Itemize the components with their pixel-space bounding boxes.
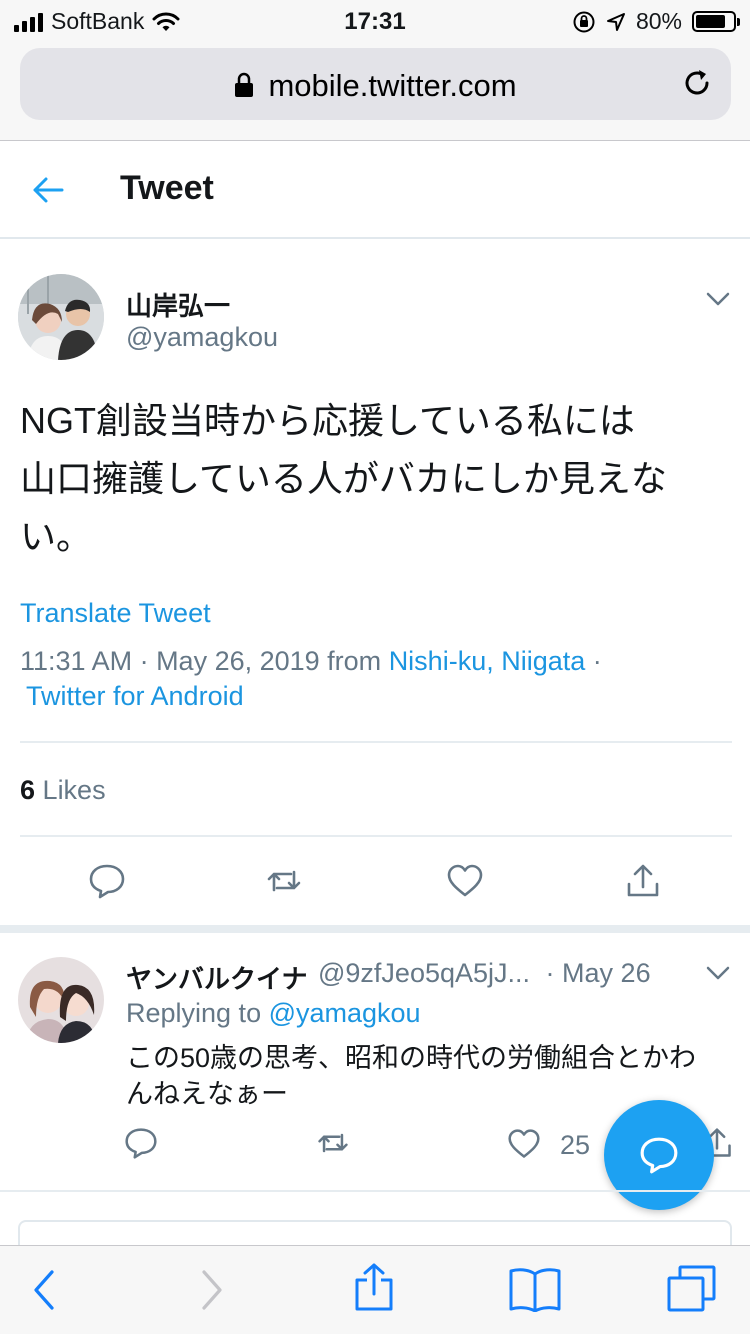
tabs-icon[interactable] [666,1264,718,1314]
location-icon [606,12,625,31]
chevron-down-icon[interactable] [706,291,730,307]
status-right: 80% [572,8,740,35]
browser-forward-icon[interactable] [196,1268,226,1312]
reload-icon[interactable] [679,65,715,101]
translate-tweet-link[interactable]: Translate Tweet [20,598,211,629]
tweet-timestamp: 11:31 AM · May 26, 2019 from [20,646,389,676]
tweet-text-line: 山口擁護している人がバカにしか見えな [20,458,667,499]
battery-percent: 80% [635,8,682,34]
reply-author-handle[interactable]: @9zfJeo5qA5jJ... · May 26 [318,958,651,989]
divider [0,1190,750,1192]
reply-date: · May 26 [545,958,651,988]
bookmarks-icon[interactable] [508,1266,562,1312]
reply-avatar[interactable] [18,957,104,1043]
like-icon[interactable] [507,1127,541,1161]
compose-tweet-button[interactable] [604,1100,714,1210]
url-text: mobile.twitter.com [268,68,517,103]
tweet-location-link[interactable]: Nishi-ku, Niigata [389,646,586,676]
section-separator [0,925,750,933]
reply-like-count: 25 [560,1130,591,1160]
retweet-icon[interactable] [265,862,303,900]
divider [20,835,732,837]
meta-separator: · [585,646,602,676]
tweet-source-link[interactable]: Twitter for Android [26,681,244,712]
browser-back-icon[interactable] [30,1268,60,1312]
page-title: Tweet [120,169,214,207]
back-arrow-icon[interactable] [30,172,66,208]
browser-toolbar [0,1245,750,1334]
orientation-lock-icon [573,11,595,32]
divider [20,741,732,743]
replying-label: Replying to [126,998,269,1028]
address-bar[interactable]: mobile.twitter.com [20,48,731,120]
reply-icon[interactable] [124,1126,158,1160]
likes-number: 6 [20,775,36,805]
like-icon[interactable] [446,862,484,900]
reply-author-name[interactable]: ヤンバルクイナ [126,959,307,996]
tweet-text-line: い。 [20,516,93,557]
author-name[interactable]: 山岸弘一 [126,286,230,323]
share-icon[interactable] [624,862,662,900]
author-avatar[interactable] [18,274,104,360]
reply-icon[interactable] [88,862,126,900]
reply-text: この50歳の思考、昭和の時代の労働組合とかわんねえなぁー [126,1043,697,1109]
tweet-text-line: NGT創設当時から応援している私には [20,400,635,441]
author-handle[interactable]: @yamagkou [126,322,278,353]
battery-icon [692,11,740,32]
twitter-header: Tweet [0,141,750,239]
replying-to-handle[interactable]: @yamagkou [269,998,421,1028]
replying-to: Replying to @yamagkou [126,998,421,1029]
page: SoftBank 17:31 80% mobile.twitter.com Tw… [0,0,750,1334]
chevron-down-icon[interactable] [706,965,730,981]
likes-count[interactable]: 6 Likes [20,775,106,806]
browser-top-bar: SoftBank 17:31 80% mobile.twitter.com [0,0,750,141]
tweet-text: NGT創設当時から応援している私には 山口擁護している人がバカにしか見えな い。 [20,392,735,566]
compose-bubble-icon [640,1137,678,1174]
reply-handle-text: @9zfJeo5qA5jJ... [318,958,531,988]
status-bar: SoftBank 17:31 80% [0,0,750,40]
browser-share-icon[interactable] [352,1262,396,1312]
tweet-meta: 11:31 AM · May 26, 2019 from Nishi-ku, N… [20,646,602,677]
retweet-icon[interactable] [316,1126,350,1160]
likes-label: Likes [42,775,106,805]
